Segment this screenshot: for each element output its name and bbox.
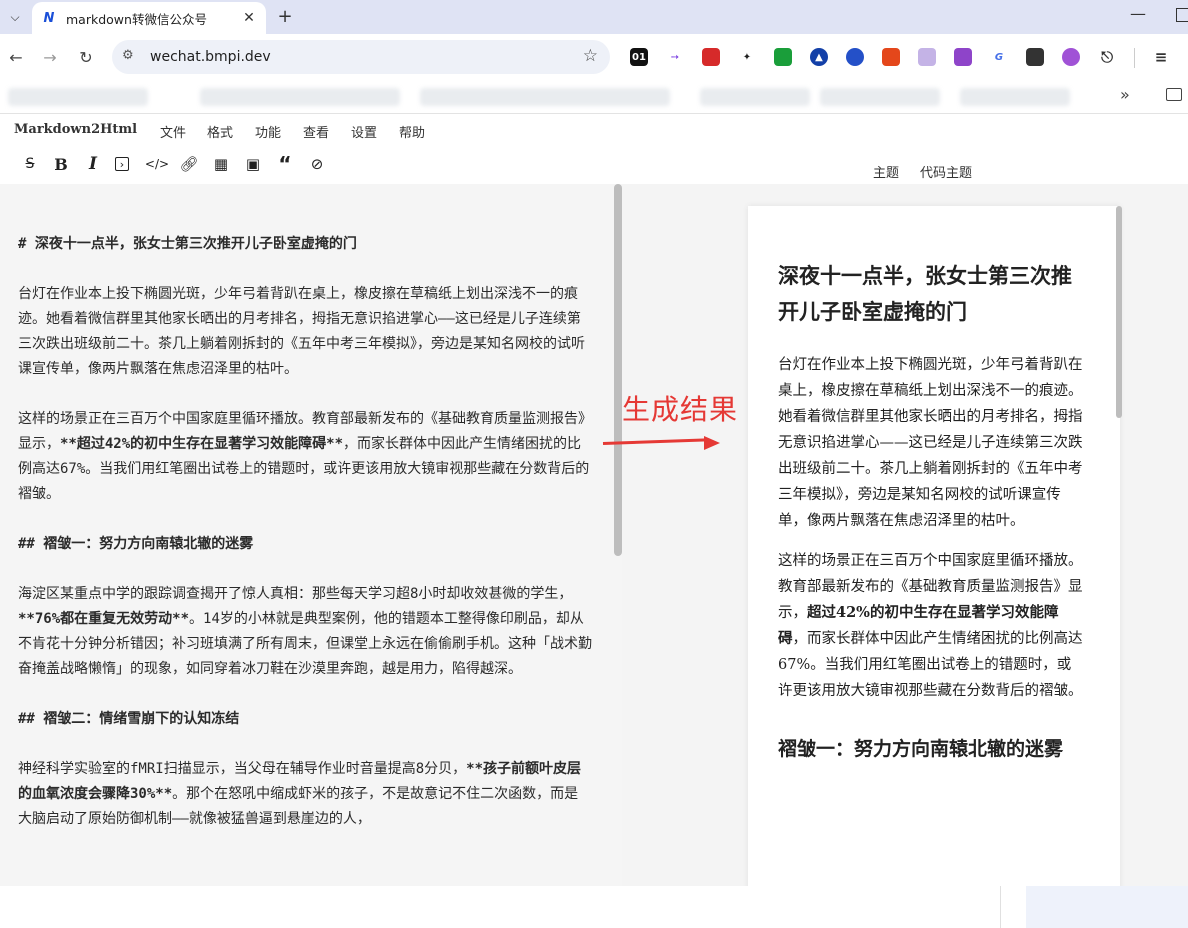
extension-icon-1[interactable]: 01: [630, 48, 648, 66]
menu-file[interactable]: 文件: [160, 122, 186, 141]
reload-icon[interactable]: ↻: [74, 45, 98, 69]
preview-heading-2: 褶皱一：努力方向南辕北辙的迷雾: [778, 738, 1064, 760]
md-paragraph: 台灯在作业本上投下椭圆光斑，少年弓着背趴在桌上，橡皮擦在草稿纸上划出深浅不一的痕…: [18, 286, 585, 377]
md-bold-text: **76%都在重复无效劳动**: [18, 611, 190, 627]
extension-icon-6[interactable]: ▲: [810, 48, 828, 66]
bookmark-blurred[interactable]: [820, 88, 940, 106]
md-text: 神经科学实验室的fMRI扫描显示，当父母在辅导作业时音量提高8分贝，: [18, 761, 467, 777]
bookmark-blurred[interactable]: [700, 88, 810, 106]
bookmark-blurred[interactable]: [420, 88, 670, 106]
bookmark-blurred[interactable]: [8, 88, 148, 106]
bottom-strip: [0, 886, 1188, 928]
code-icon[interactable]: </>: [145, 154, 169, 174]
tab-title: markdown转微信公众号: [66, 11, 207, 27]
preview-text: ，而家长群体中因此产生情绪困扰的比例高达67%。当我们用红笔圈出试卷上的错题时，…: [778, 631, 1083, 699]
bookmarks-overflow-button[interactable]: »: [1120, 85, 1130, 104]
md-paragraph: 这样的场景正在三百万个中国家庭里循环播放。教育部最新发布的《基础教育质量监测报告…: [18, 407, 592, 507]
extension-icon-11[interactable]: G: [990, 48, 1008, 66]
tab-search-chevron-icon[interactable]: ⌵: [4, 6, 26, 28]
link-icon[interactable]: 🔗︎: [179, 154, 199, 174]
md-heading-1: # 深夜十一点半，张女士第三次推开儿子卧室虚掩的门: [18, 236, 357, 252]
close-icon[interactable]: ✕: [240, 9, 258, 27]
app-menubar: Markdown2Html 文件 格式 功能 查看 设置 帮助: [0, 115, 1188, 145]
footer-panel: [1026, 886, 1188, 928]
extensions-puzzle-icon[interactable]: ⎋: [1098, 48, 1116, 66]
menu-view[interactable]: 查看: [303, 122, 329, 141]
star-icon[interactable]: ☆: [583, 46, 598, 66]
extension-icon-12[interactable]: [1026, 48, 1044, 66]
markdown-editor[interactable]: # 深夜十一点半，张女士第三次推开儿子卧室虚掩的门 台灯在作业本上投下椭圆光斑，…: [0, 184, 622, 886]
md-heading-2: ## 褶皱二：情绪雪崩下的认知冻结: [18, 711, 240, 727]
window-maximize-icon[interactable]: [1176, 8, 1188, 22]
preview-paragraph: 台灯在作业本上投下椭圆光斑，少年弓着背趴在桌上，橡皮擦在草稿纸上划出深浅不一的痕…: [778, 357, 1083, 529]
window-minimize-icon[interactable]: —: [1130, 4, 1146, 23]
code-theme-link[interactable]: 代码主题: [920, 162, 972, 181]
url-text: wechat.bmpi.dev: [150, 49, 271, 65]
tab-strip: ⌵ N markdown转微信公众号 ✕ + —: [0, 0, 1188, 34]
site-favicon-icon: N: [43, 10, 55, 26]
reading-list-icon[interactable]: ≡: [1152, 48, 1170, 66]
extension-icon-13[interactable]: [1062, 48, 1080, 66]
preview-scrollbar[interactable]: [1116, 206, 1122, 418]
bold-icon[interactable]: B: [51, 154, 71, 174]
new-tab-plus-icon[interactable]: +: [274, 5, 296, 27]
bookmarks-bar: »: [0, 80, 1188, 114]
clear-format-icon[interactable]: ⊘: [307, 154, 327, 174]
extension-icon-3[interactable]: [702, 48, 720, 66]
editor-toolbar: S B I › </> 🔗︎ ▦ ▣ “ ⊘ 主题 代码主题: [0, 146, 1188, 184]
forward-icon[interactable]: →: [38, 45, 62, 69]
back-icon[interactable]: ←: [4, 45, 28, 69]
md-paragraph: 神经科学实验室的fMRI扫描显示，当父母在辅导作业时音量提高8分贝，**孩子前额…: [18, 757, 592, 832]
extension-icon-4[interactable]: ✦: [738, 48, 756, 66]
editor-content[interactable]: # 深夜十一点半，张女士第三次推开儿子卧室虚掩的门 台灯在作业本上投下椭圆光斑，…: [18, 232, 592, 857]
browser-tab[interactable]: N markdown转微信公众号 ✕: [32, 2, 266, 34]
preview-document: 深夜十一点半，张女士第三次推开儿子卧室虚掩的门 台灯在作业本上投下椭圆光斑，少年…: [748, 206, 1120, 886]
table-icon[interactable]: ▦: [211, 154, 231, 174]
address-bar[interactable]: ⚙ wechat.bmpi.dev ☆: [112, 40, 610, 74]
toolbar-divider: [1134, 48, 1135, 68]
site-settings-icon[interactable]: ⚙: [122, 48, 134, 63]
preview-paragraph: 这样的场景正在三百万个中国家庭里循环播放。教育部最新发布的《基础教育质量监测报告…: [778, 548, 1084, 704]
md-bold-text: **超过42%的初中生存在显著学习效能障碍**: [60, 436, 343, 452]
bookmark-blurred[interactable]: [200, 88, 400, 106]
menu-function[interactable]: 功能: [255, 122, 281, 141]
theme-link[interactable]: 主题: [873, 162, 899, 181]
annotation-label: 生成结果: [622, 393, 739, 426]
bookmark-blurred[interactable]: [960, 88, 1070, 106]
image-icon[interactable]: ▣: [243, 154, 263, 174]
preview-heading-1: 深夜十一点半，张女士第三次推开儿子卧室虚掩的门: [778, 263, 1072, 324]
md-text: 海淀区某重点中学的跟踪调查揭开了惊人真相：那些每天学习超8小时却收效甚微的学生，: [18, 586, 573, 602]
app-brand: Markdown2Html: [14, 122, 138, 137]
menu-help[interactable]: 帮助: [399, 122, 425, 141]
editor-scrollbar[interactable]: [614, 184, 622, 556]
browser-toolbar: ← → ↻ ⚙ wechat.bmpi.dev ☆ 01 ➙ ✦ ▲ G ⎋ ≡: [0, 34, 1188, 80]
extension-icon-9[interactable]: [918, 48, 936, 66]
extension-icon-8[interactable]: [882, 48, 900, 66]
footer-divider: [1000, 886, 1001, 928]
menu-settings[interactable]: 设置: [351, 122, 377, 141]
menu-format[interactable]: 格式: [207, 122, 233, 141]
extension-icon-10[interactable]: [954, 48, 972, 66]
strikethrough-icon[interactable]: S: [20, 154, 40, 174]
italic-icon[interactable]: I: [83, 154, 103, 174]
md-paragraph: 海淀区某重点中学的跟踪调查揭开了惊人真相：那些每天学习超8小时却收效甚微的学生，…: [18, 582, 592, 682]
extension-icon-2[interactable]: ➙: [666, 48, 684, 66]
extension-icon-5[interactable]: [774, 48, 792, 66]
folder-icon[interactable]: [1166, 88, 1182, 101]
quote-icon[interactable]: “: [275, 152, 295, 176]
md-heading-2: ## 褶皱一：努力方向南辕北辙的迷雾: [18, 536, 254, 552]
annotation-arrow-head-icon: [704, 436, 720, 450]
preview-pane: 深夜十一点半，张女士第三次推开儿子卧室虚掩的门 台灯在作业本上投下椭圆光斑，少年…: [622, 184, 1188, 886]
preview-content: 深夜十一点半，张女士第三次推开儿子卧室虚掩的门 台灯在作业本上投下椭圆光斑，少年…: [778, 258, 1084, 766]
code-block-icon[interactable]: ›: [115, 157, 129, 171]
extension-icon-7[interactable]: [846, 48, 864, 66]
